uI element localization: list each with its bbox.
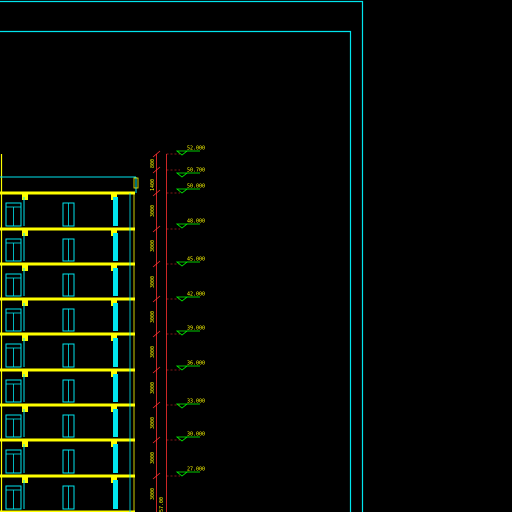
elevation-label: 42.000 — [187, 292, 205, 298]
structural-column — [113, 444, 118, 473]
cad-section-drawing: 800 1400 3000 3000 3000 3000 3000 3000 3000 3000 3… — [0, 0, 512, 512]
elevation-label: 36.000 — [187, 361, 205, 367]
elevation-label: 50.700 — [187, 168, 205, 174]
structural-column — [113, 197, 118, 226]
elevation-label: 52.000 — [187, 146, 205, 152]
slab-column-cap — [22, 439, 28, 447]
elevation-label: 27.000 — [187, 467, 205, 473]
structural-column — [113, 338, 118, 367]
dimension-label: 3000 — [150, 417, 156, 429]
dimension-label: 1400 — [150, 179, 156, 191]
dimension-label: 3000 — [150, 240, 156, 252]
elevation-label: 30.000 — [187, 432, 205, 438]
dimension-label: 800 — [150, 159, 156, 168]
slab-column-cap — [22, 333, 28, 341]
slab-column-cap — [22, 475, 28, 483]
slab-column-cap — [22, 369, 28, 377]
elevation-label: 45.000 — [187, 257, 205, 263]
dimension-label: 3000 — [150, 205, 156, 217]
elevation-label: 50.000 — [187, 184, 205, 190]
elevation-label: 39.000 — [187, 326, 205, 332]
canvas-background — [0, 0, 512, 512]
slab-column-cap — [22, 192, 28, 200]
structural-column — [113, 409, 118, 437]
structural-column — [113, 374, 118, 402]
structural-column — [113, 480, 118, 509]
elevation-label: 33.000 — [187, 399, 205, 405]
dimension-label: 3000 — [150, 488, 156, 500]
slab-column-cap — [22, 263, 28, 271]
structural-column — [113, 233, 118, 261]
elevation-label: 48.000 — [187, 219, 205, 225]
slab-column-cap — [22, 228, 28, 236]
total-height-label: 57.00 — [159, 497, 165, 512]
dimension-label: 3000 — [150, 452, 156, 464]
dimension-label: 3000 — [150, 382, 156, 394]
slab-column-cap — [22, 404, 28, 412]
slab-column-cap — [22, 298, 28, 306]
dimension-label: 3000 — [150, 276, 156, 288]
structural-column — [113, 268, 118, 296]
structural-column — [113, 303, 118, 331]
dimension-label: 3000 — [150, 311, 156, 323]
dimension-label: 3000 — [150, 346, 156, 358]
